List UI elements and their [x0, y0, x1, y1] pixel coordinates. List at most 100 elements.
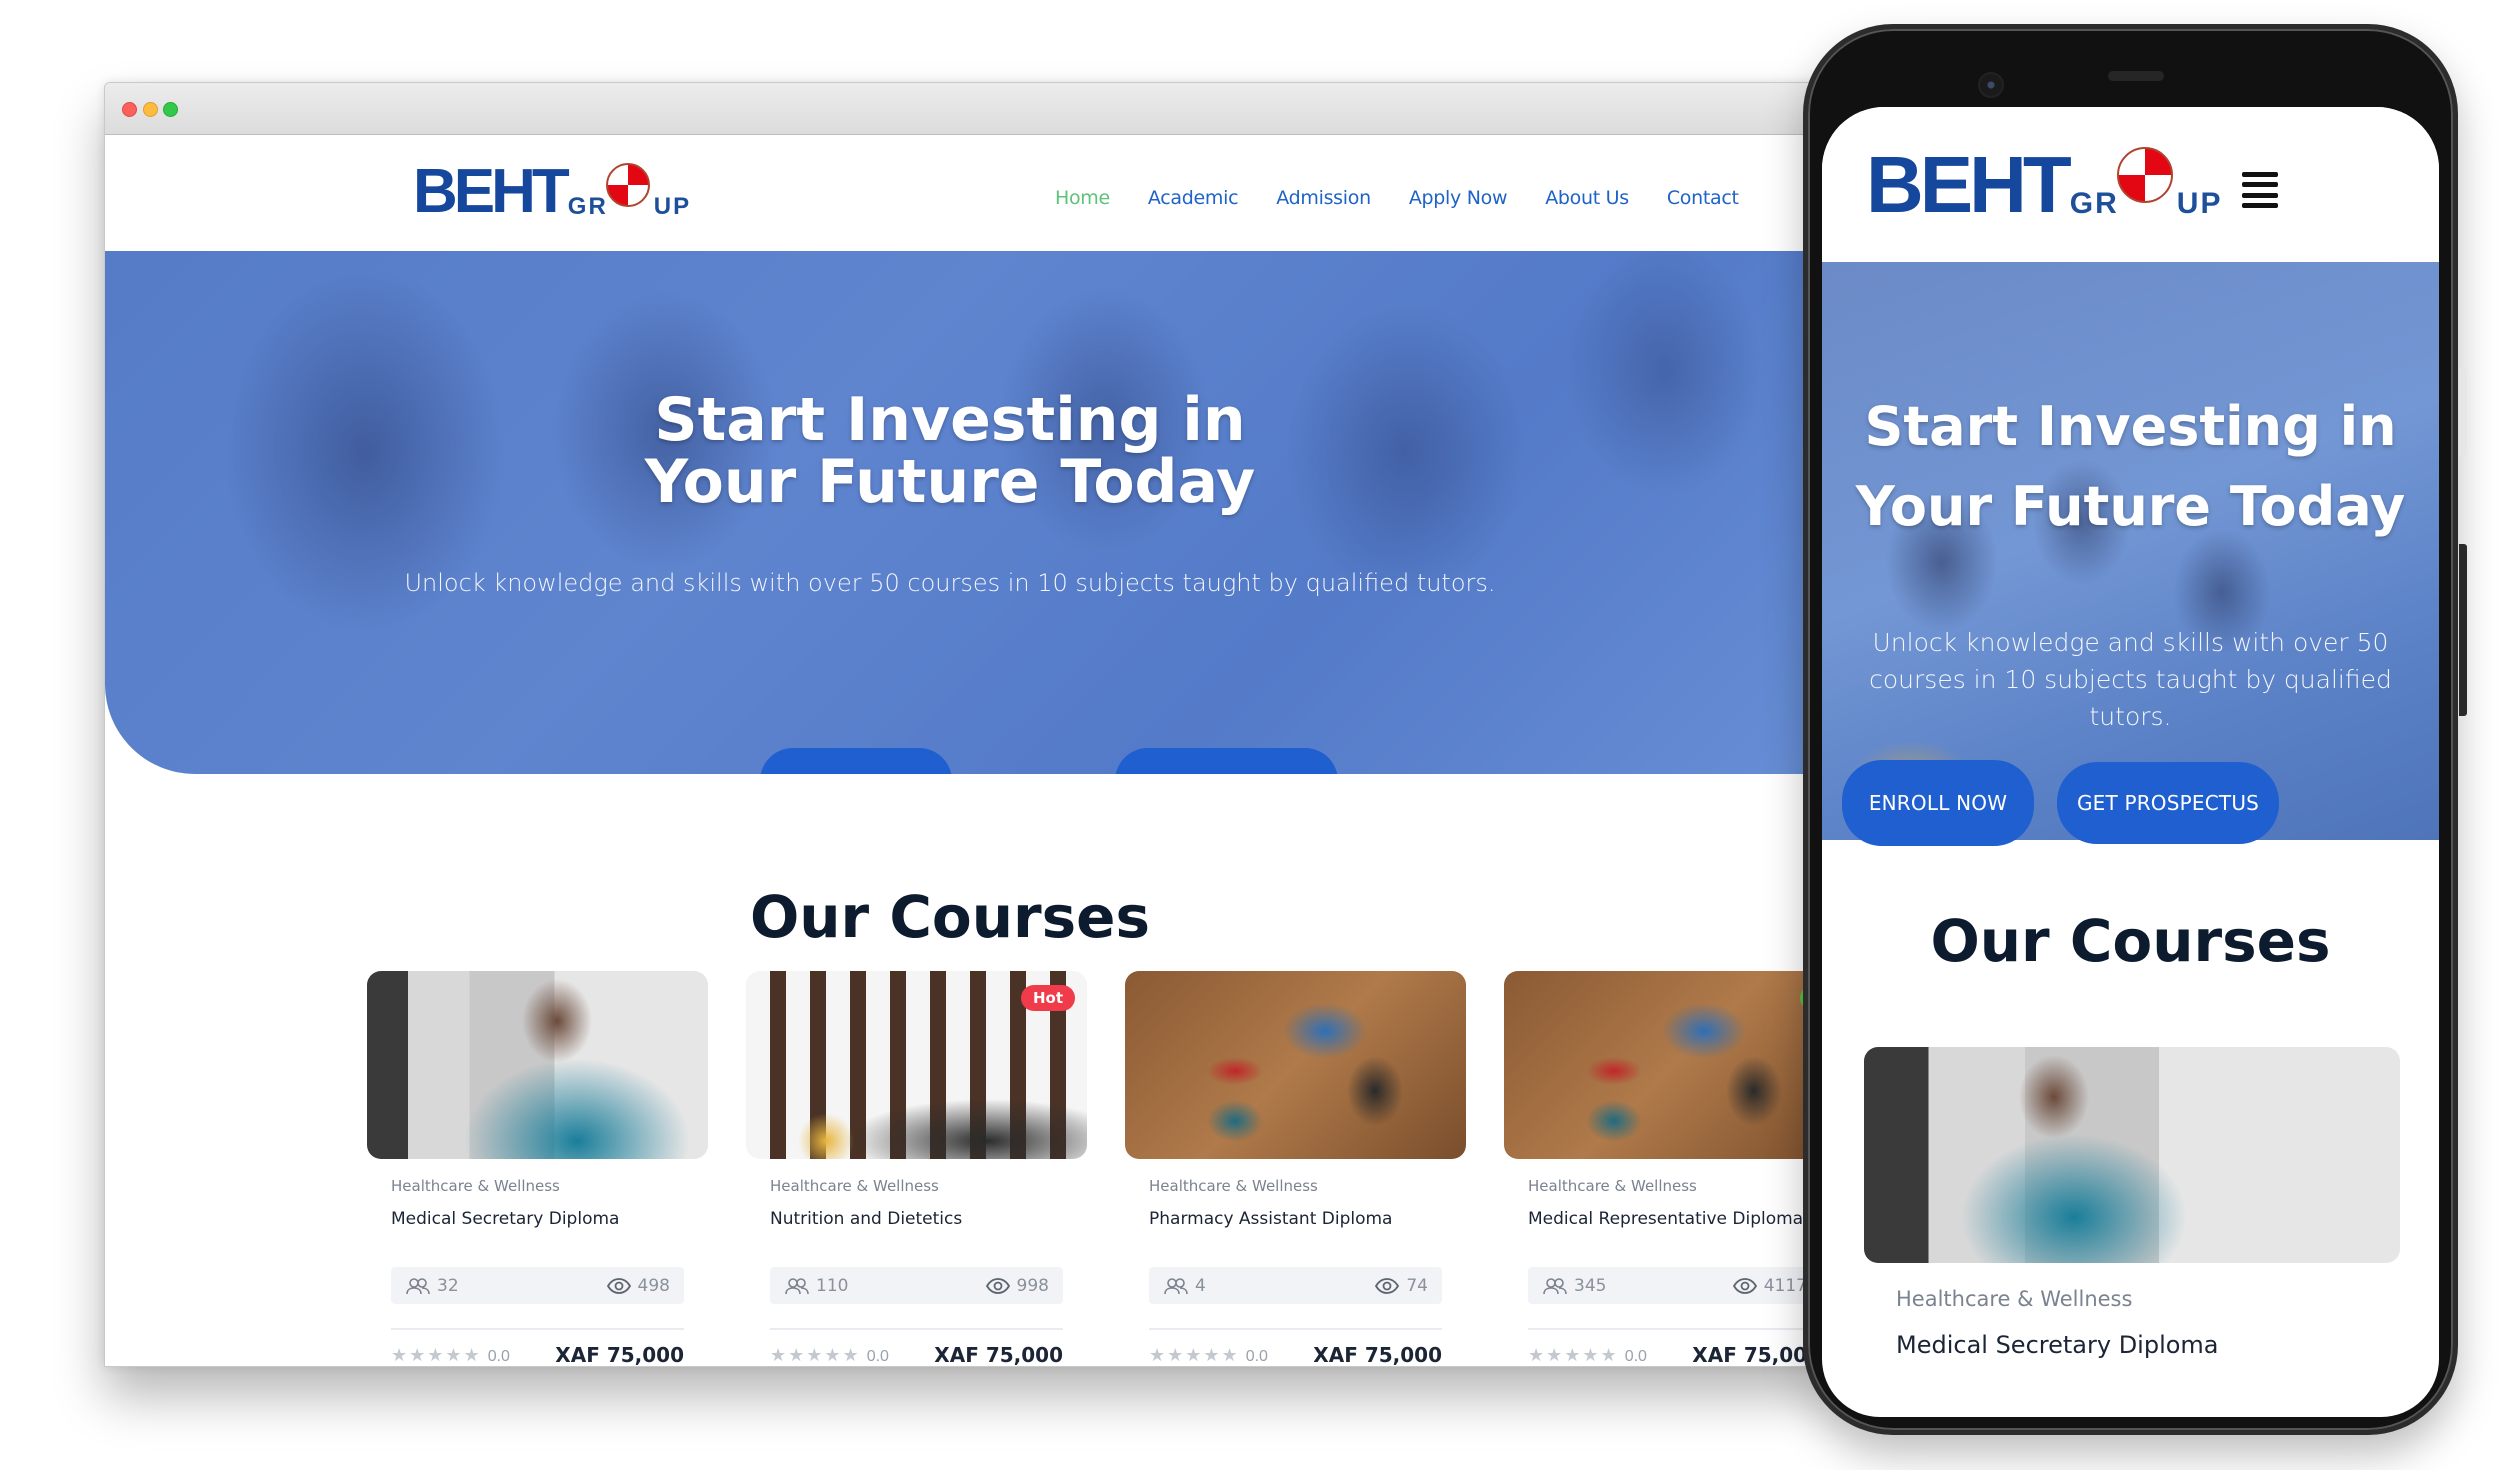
logo-letter-p: P — [2200, 187, 2221, 220]
views-stat: 498 — [606, 1276, 670, 1296]
logo-letter-g: G — [2069, 187, 2094, 220]
maximize-window-button[interactable] — [163, 102, 178, 117]
hero-section: Start Investing in Your Future Today Unl… — [105, 251, 1823, 774]
course-card[interactable]: Special Healthcare & Wellness Medical Re… — [1504, 971, 1823, 1367]
nav-apply-now[interactable]: Apply Now — [1409, 187, 1508, 209]
nav-home[interactable]: Home — [1055, 187, 1110, 209]
star-icons: ★★★★★ — [770, 1344, 861, 1365]
rating-value: 0.0 — [866, 1347, 889, 1365]
logo-letter-u: U — [2176, 187, 2199, 220]
camera-icon — [1978, 72, 2004, 98]
course-category[interactable]: Healthcare & Wellness — [1149, 1177, 1466, 1195]
eye-icon — [985, 1277, 1010, 1294]
course-category[interactable]: Healthcare & Wellness — [391, 1177, 708, 1195]
users-icon — [406, 1277, 430, 1294]
nav-about-us[interactable]: About Us — [1545, 187, 1629, 209]
enroll-now-button[interactable]: ENROLL NOW — [760, 748, 952, 774]
hero-title-line2: Your Future Today — [644, 447, 1256, 517]
views-stat: 998 — [985, 1276, 1049, 1296]
eye-icon — [606, 1277, 631, 1294]
views-stat: 4117 — [1732, 1276, 1807, 1296]
mobile-course-category[interactable]: Healthcare & Wellness — [1896, 1287, 2132, 1311]
course-title[interactable]: Nutrition and Dietetics — [770, 1209, 1087, 1229]
site-logo[interactable]: BEH T G R U P — [413, 161, 689, 223]
close-window-button[interactable] — [122, 102, 137, 117]
students-count: 345 — [1574, 1275, 1607, 1296]
course-card[interactable]: Healthcare & Wellness Pharmacy Assistant… — [1125, 971, 1466, 1366]
students-count: 4 — [1195, 1275, 1206, 1296]
views-stat: 74 — [1374, 1276, 1428, 1296]
course-image[interactable] — [367, 971, 708, 1159]
students-stat: 4 — [1163, 1276, 1206, 1296]
rating-price-row: ★★★★★ 0.0 XAF 75,000 — [391, 1343, 684, 1366]
phone-volume-button — [2459, 544, 2467, 716]
hamburger-line — [2242, 182, 2278, 188]
course-category[interactable]: Healthcare & Wellness — [1528, 1177, 1823, 1195]
rating-stars: ★★★★★ 0.0 — [1149, 1345, 1268, 1366]
hot-badge: Hot — [1020, 985, 1075, 1011]
logo-mark-text: BEH — [1866, 140, 2027, 229]
hamburger-line — [2242, 172, 2278, 177]
hero-title: Start Investing in Your Future Today — [105, 389, 1795, 513]
logo-letter-g: G — [567, 193, 587, 220]
course-price: XAF 75,000 — [1313, 1343, 1442, 1367]
students-count: 32 — [437, 1275, 459, 1296]
card-divider — [1528, 1328, 1821, 1330]
views-count: 498 — [637, 1275, 670, 1296]
browser-title-bar — [105, 83, 1823, 135]
rating-value: 0.0 — [1624, 1347, 1647, 1365]
students-count: 110 — [816, 1275, 849, 1296]
views-count: 74 — [1406, 1275, 1428, 1296]
course-cards: Healthcare & Wellness Medical Secretary … — [367, 971, 1823, 1367]
course-price: XAF 75,000 — [934, 1343, 1063, 1367]
course-image[interactable]: Hot — [746, 971, 1087, 1159]
course-title[interactable]: Medical Representative Diploma — [1528, 1209, 1823, 1229]
views-count: 4117 — [1763, 1275, 1807, 1296]
students-stat: 110 — [784, 1276, 848, 1296]
hero-title-line1: Start Investing in — [654, 385, 1246, 455]
rating-value: 0.0 — [1245, 1347, 1268, 1365]
rating-price-row: ★★★★★ 0.0 XAF 75,000 — [1149, 1343, 1442, 1367]
desktop-browser-window: BEH T G R U P Home Academic Admission Ap… — [104, 82, 1824, 1367]
hamburger-line — [2242, 202, 2278, 208]
course-image[interactable]: Special — [1504, 971, 1823, 1159]
card-divider — [1149, 1328, 1442, 1330]
get-prospectus-button[interactable]: GET PROSPECTUS — [1115, 748, 1338, 774]
mobile-site-logo[interactable]: BEH T G R U P — [1866, 145, 2220, 225]
course-stats: 32 498 — [391, 1267, 684, 1304]
mobile-enroll-now-button[interactable]: ENROLL NOW — [1842, 760, 2034, 846]
users-icon — [1164, 1277, 1188, 1294]
mobile-hero-title: Start Investing in Your Future Today — [1822, 387, 2439, 547]
rating-value: 0.0 — [487, 1347, 510, 1365]
hero-title-line1: Start Investing in — [1864, 395, 2397, 458]
course-title[interactable]: Medical Secretary Diploma — [391, 1209, 708, 1229]
course-image[interactable] — [1125, 971, 1466, 1159]
mobile-get-prospectus-button[interactable]: GET PROSPECTUS — [2057, 762, 2279, 844]
course-category[interactable]: Healthcare & Wellness — [770, 1177, 1087, 1195]
nav-academic[interactable]: Academic — [1148, 187, 1239, 209]
nav-contact[interactable]: Contact — [1667, 187, 1739, 209]
hamburger-menu-icon[interactable] — [2242, 172, 2278, 208]
logo-letter-p: P — [673, 193, 690, 220]
mobile-course-image[interactable] — [1864, 1047, 2400, 1263]
logo-mark-t: T — [2022, 140, 2072, 229]
mobile-course-title[interactable]: Medical Secretary Diploma — [1896, 1331, 2219, 1359]
rating-stars: ★★★★★ 0.0 — [1528, 1345, 1647, 1366]
course-title[interactable]: Pharmacy Assistant Diploma — [1149, 1209, 1466, 1229]
logo-letter-u: U — [653, 193, 672, 220]
course-stats: 4 74 — [1149, 1267, 1442, 1304]
hero-title-line2: Your Future Today — [1855, 475, 2406, 538]
phone-screen: BEH T G R U P Start Investing in Your Fu… — [1822, 107, 2439, 1417]
minimize-window-button[interactable] — [143, 102, 158, 117]
students-stat: 32 — [405, 1276, 459, 1296]
course-card[interactable]: Healthcare & Wellness Medical Secretary … — [367, 971, 708, 1366]
nav-admission[interactable]: Admission — [1276, 187, 1371, 209]
course-price: XAF 75,000 — [1692, 1343, 1821, 1367]
star-icons: ★★★★★ — [391, 1344, 482, 1365]
logo-letter-r: R — [2095, 187, 2117, 220]
course-card[interactable]: Hot Healthcare & Wellness Nutrition and … — [746, 971, 1087, 1366]
main-nav: Home Academic Admission Apply Now About … — [1055, 187, 1739, 209]
star-icons: ★★★★★ — [1149, 1344, 1240, 1365]
phone-power-button — [2459, 369, 2467, 455]
mobile-hero-section: Start Investing in Your Future Today Unl… — [1822, 262, 2439, 846]
